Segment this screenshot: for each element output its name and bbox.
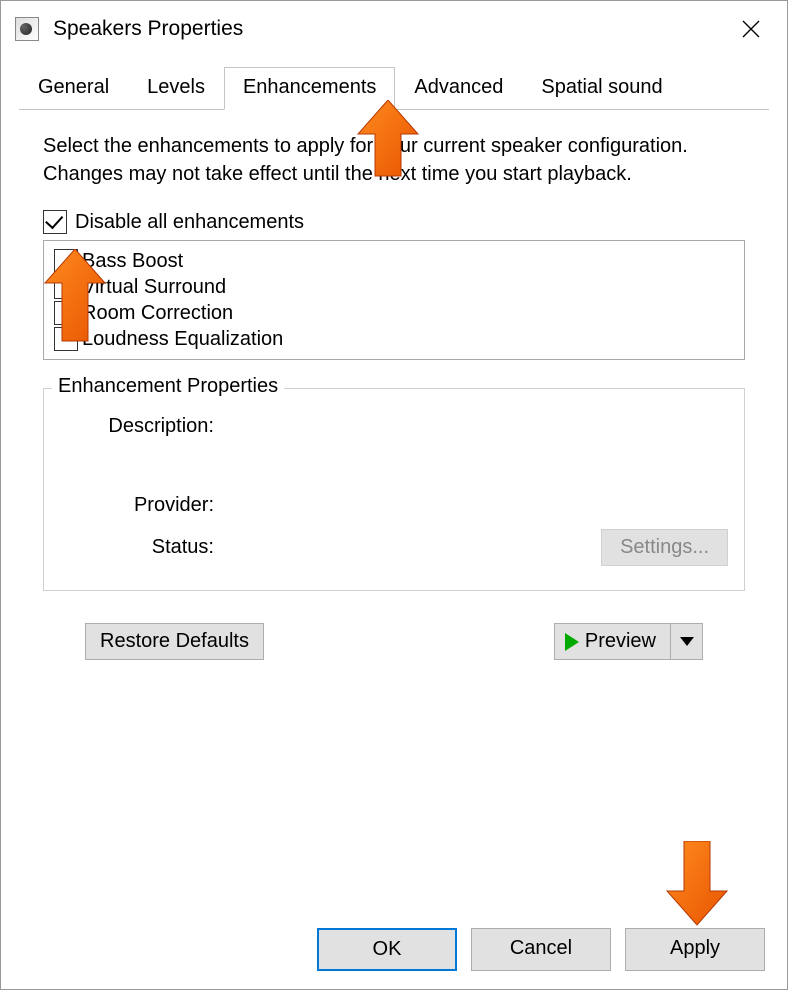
preview-button-group: Preview [554,623,703,660]
list-item[interactable]: Virtual Surround [54,275,734,299]
annotation-arrow-apply [665,841,729,927]
close-icon [742,20,760,38]
tab-content: Select the enhancements to apply for you… [1,110,787,680]
tab-spatial-sound[interactable]: Spatial sound [522,67,681,109]
tab-levels[interactable]: Levels [128,67,224,109]
disable-all-checkbox-row: Disable all enhancements [43,210,745,234]
status-label: Status: [64,536,214,559]
preview-dropdown-button[interactable] [671,623,703,660]
play-icon [565,633,579,651]
restore-defaults-button[interactable]: Restore Defaults [85,623,264,660]
apply-button[interactable]: Apply [625,928,765,971]
chevron-down-icon [680,637,694,646]
disable-all-checkbox[interactable] [43,210,67,234]
tab-enhancements[interactable]: Enhancements [224,67,395,110]
close-button[interactable] [727,11,775,47]
lower-buttons-row: Restore Defaults Preview [85,623,703,660]
window-title: Speakers Properties [53,17,243,41]
list-item-label: Bass Boost [82,250,183,273]
bass-boost-checkbox[interactable] [54,249,78,273]
disable-all-label: Disable all enhancements [75,211,304,234]
group-legend: Enhancement Properties [52,375,284,398]
enhancements-listbox: Bass Boost Virtual Surround Room Correct… [43,240,745,360]
tab-advanced[interactable]: Advanced [395,67,522,109]
enhancement-properties-group: Enhancement Properties Description: Prov… [43,388,745,591]
provider-label: Provider: [64,494,214,517]
preview-label: Preview [585,630,656,653]
titlebar: Speakers Properties [1,1,787,57]
preview-button[interactable]: Preview [554,623,671,660]
description-row: Description: [64,415,728,438]
virtual-surround-checkbox[interactable] [54,275,78,299]
provider-row: Provider: [64,494,728,517]
tab-general[interactable]: General [19,67,128,109]
cancel-button[interactable]: Cancel [471,928,611,971]
room-correction-checkbox[interactable] [54,301,78,325]
speaker-icon [15,17,39,41]
loudness-eq-checkbox[interactable] [54,327,78,351]
status-row: Status: Settings... [64,529,728,566]
list-item[interactable]: Room Correction [54,301,734,325]
list-item[interactable]: Loudness Equalization [54,327,734,351]
dialog-window: Speakers Properties General Levels Enhan… [0,0,788,990]
ok-button[interactable]: OK [317,928,457,971]
description-label: Description: [64,415,214,438]
titlebar-left: Speakers Properties [15,17,243,41]
settings-button: Settings... [601,529,728,566]
list-item-label: Room Correction [82,302,233,325]
list-item-label: Loudness Equalization [82,328,283,351]
description-text: Select the enhancements to apply for you… [43,132,745,188]
tab-bar: General Levels Enhancements Advanced Spa… [19,67,769,110]
list-item[interactable]: Bass Boost [54,249,734,273]
dialog-buttons: OK Cancel Apply [317,928,765,971]
list-item-label: Virtual Surround [82,276,226,299]
